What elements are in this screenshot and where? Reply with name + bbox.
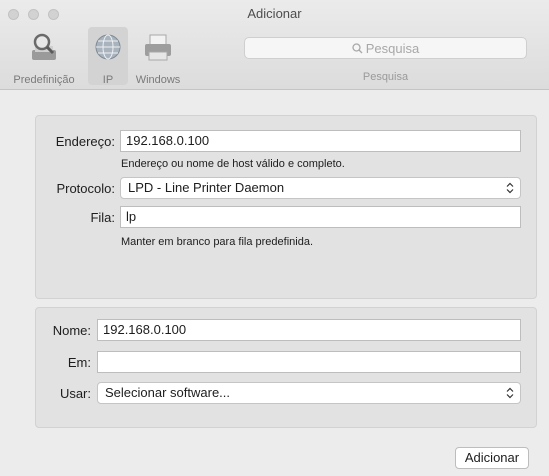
queue-field[interactable]: lp xyxy=(120,206,521,228)
search-placeholder: Pesquisa xyxy=(245,41,526,56)
globe-icon xyxy=(95,34,121,60)
driver-select[interactable]: Selecionar software... xyxy=(97,382,521,404)
info-panel: Nome: 192.168.0.100 Em: Usar: Selecionar… xyxy=(35,307,537,428)
driver-value: Selecionar software... xyxy=(105,385,231,400)
search-label: Pesquisa xyxy=(362,71,409,83)
connection-panel: Endereço: 192.168.0.100 Endereço ou nome… xyxy=(35,115,537,299)
window-title: Adicionar xyxy=(247,6,302,21)
printer-icon xyxy=(145,34,171,61)
search-field[interactable]: Pesquisa xyxy=(244,37,527,59)
location-label: Em: xyxy=(67,355,91,370)
add-button[interactable]: Adicionar xyxy=(455,447,529,469)
name-label: Nome: xyxy=(52,323,91,338)
protocol-select[interactable]: LPD - Line Printer Daemon xyxy=(120,177,521,199)
use-label: Usar: xyxy=(59,386,91,401)
search-placeholder-text: Pesquisa xyxy=(365,41,420,56)
toolbar-item-windows-label: Windows xyxy=(135,74,181,86)
queue-hint: Manter em branco para fila predefinida. xyxy=(121,236,313,248)
toolbar-item-ip-label: IP xyxy=(102,74,114,86)
location-field[interactable] xyxy=(97,351,521,373)
queue-label: Fila: xyxy=(90,210,115,225)
add-printer-window: Adicionar Predefinição IP Windows Pesqui… xyxy=(0,0,549,476)
title-toolbar: Adicionar Predefinição IP Windows Pesqui… xyxy=(0,0,549,90)
protocol-label: Protocolo: xyxy=(56,181,115,196)
address-field[interactable]: 192.168.0.100 xyxy=(120,130,521,152)
protocol-value: LPD - Line Printer Daemon xyxy=(128,180,285,195)
address-hint: Endereço ou nome de host válido e comple… xyxy=(121,158,345,170)
address-label: Endereço: xyxy=(55,134,115,149)
search-icon xyxy=(352,43,363,54)
chevron-updown-icon xyxy=(506,182,514,194)
name-field[interactable]: 192.168.0.100 xyxy=(97,319,521,341)
toolbar-item-default-label: Predefinição xyxy=(13,74,75,86)
magnifier-printer-icon xyxy=(32,33,56,60)
chevron-updown-icon xyxy=(506,387,514,399)
